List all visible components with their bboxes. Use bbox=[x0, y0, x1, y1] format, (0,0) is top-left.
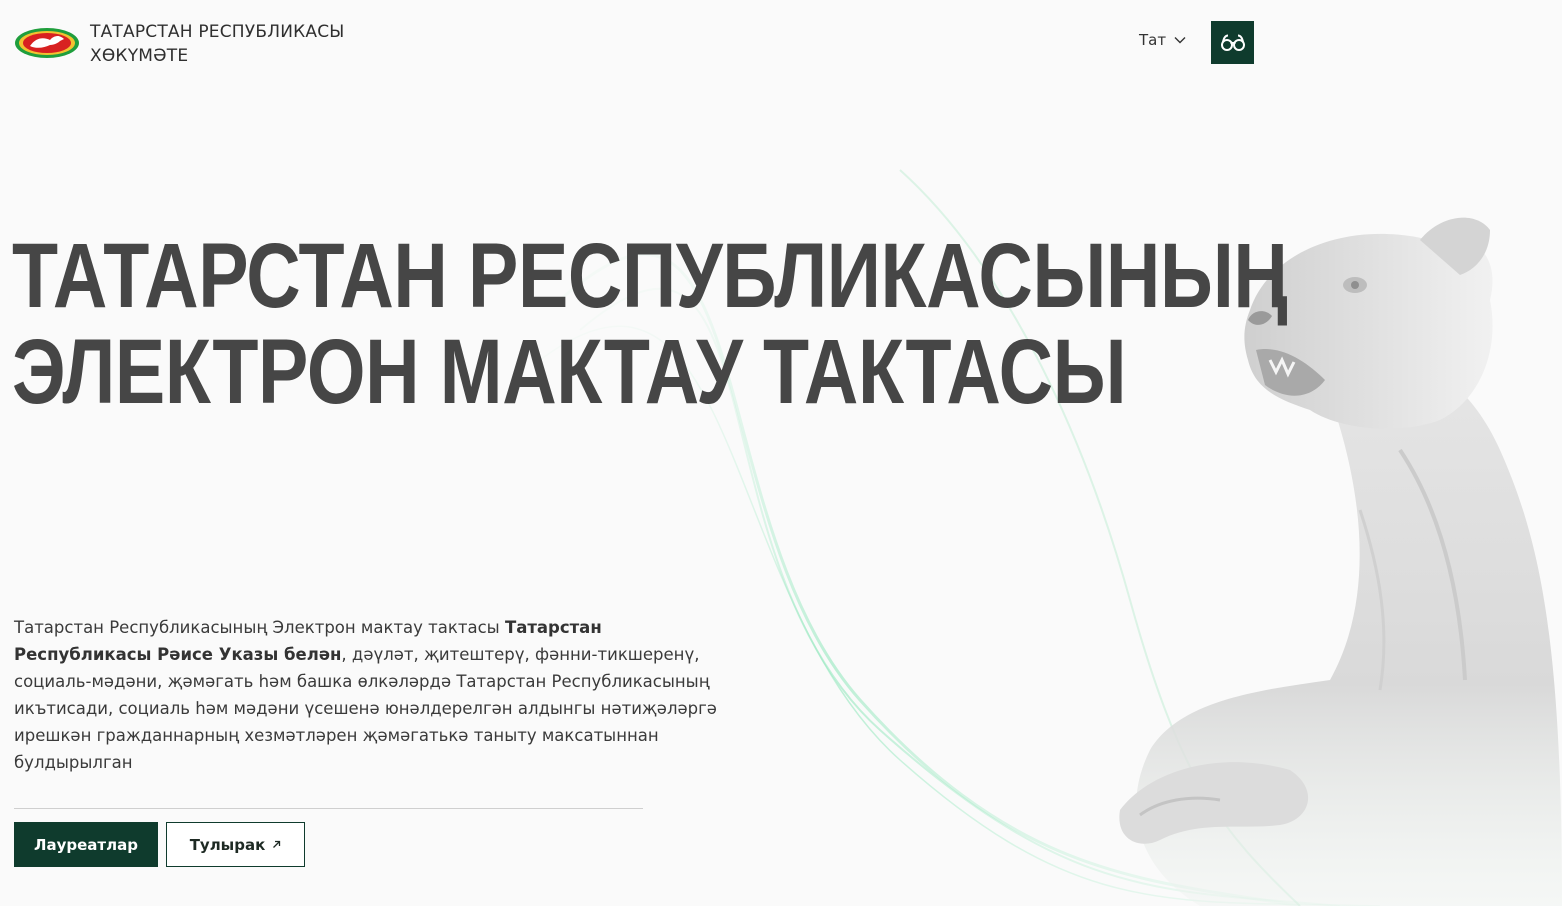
accessibility-vision-button[interactable] bbox=[1211, 21, 1254, 64]
language-selector[interactable]: Тат bbox=[1139, 31, 1186, 49]
glasses-icon bbox=[1220, 34, 1245, 51]
site-header: ТАТАРСТАН РЕСПУБЛИКАСЫ ХӨКҮМӘТЕ Тат bbox=[0, 0, 1562, 90]
laureates-button[interactable]: Лауреатлар bbox=[14, 822, 158, 867]
language-label: Тат bbox=[1139, 31, 1167, 49]
hero-description: Татарстан Республикасының Электрон макта… bbox=[14, 614, 724, 776]
page-title-line1: ТАТАРСТАН РЕСПУБЛИКАСЫНЫҢ bbox=[12, 225, 1288, 327]
description-text-part2: , дәүләт, җитештерү, фәнни-тикшеренү, со… bbox=[14, 645, 717, 772]
tatarstan-emblem-logo[interactable] bbox=[14, 23, 80, 63]
org-name[interactable]: ТАТАРСТАН РЕСПУБЛИКАСЫ ХӨКҮМӘТЕ bbox=[90, 20, 345, 68]
page-title: ТАТАРСТАН РЕСПУБЛИКАСЫНЫҢ ЭЛЕКТРОН МАКТА… bbox=[12, 225, 1288, 423]
chevron-down-icon bbox=[1174, 37, 1186, 44]
more-info-button[interactable]: Тулырак bbox=[166, 822, 305, 867]
description-text-part1: Татарстан Республикасының Электрон макта… bbox=[14, 618, 505, 637]
page-title-line2: ЭЛЕКТРОН МАКТАУ ТАКТАСЫ bbox=[12, 321, 1127, 423]
more-info-button-label: Тулырак bbox=[189, 835, 266, 854]
divider bbox=[14, 808, 643, 809]
external-arrow-icon bbox=[273, 840, 281, 848]
org-name-line2: ХӨКҮМӘТЕ bbox=[90, 46, 189, 66]
org-name-line1: ТАТАРСТАН РЕСПУБЛИКАСЫ bbox=[90, 22, 345, 42]
laureates-button-label: Лауреатлар bbox=[34, 835, 138, 854]
